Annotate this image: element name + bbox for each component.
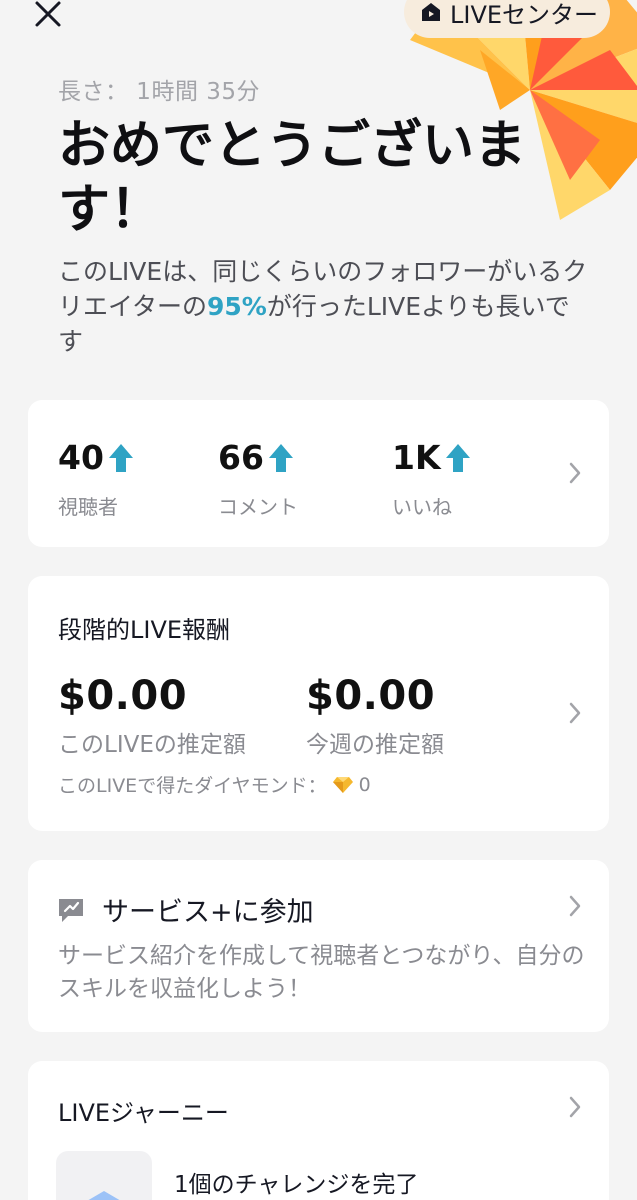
this-week-amount: $0.00 bbox=[306, 673, 436, 719]
live-summary-page: LIVEセンター 長さ： 1時間 35分 おめでとうございます！ このLIVEは… bbox=[0, 0, 637, 1200]
page-title: おめでとうございます！ bbox=[58, 116, 527, 240]
rewards-card[interactable]: 段階的LIVE報酬 $0.00 このLIVEの推定額 $0.00 今週の推定額 … bbox=[28, 576, 609, 831]
duration-text: 長さ： 1時間 35分 bbox=[58, 79, 261, 105]
live-center-label: LIVEセンター bbox=[450, 0, 599, 29]
journey-badge-thumbnail bbox=[56, 1151, 152, 1200]
subtitle-percent: 95% bbox=[207, 292, 267, 321]
service-plus-card[interactable]: サービス+に参加 サービス紹介を作成して視聴者とつながり、自分のスキルを収益化し… bbox=[28, 860, 609, 1032]
this-live-amount: $0.00 bbox=[58, 673, 188, 719]
likes-label: いいね bbox=[392, 495, 452, 519]
stat-viewers: 40 視聴者 bbox=[58, 438, 134, 520]
stat-likes: 1K いいね bbox=[392, 438, 471, 520]
viewers-label: 視聴者 bbox=[58, 495, 118, 519]
service-title: サービス+に参加 bbox=[102, 897, 314, 928]
up-arrow-icon bbox=[445, 443, 470, 472]
chevron-right-icon bbox=[567, 460, 583, 486]
live-center-button[interactable]: LIVEセンター bbox=[404, 0, 610, 38]
journey-item-label: 1個のチャレンジを完了 bbox=[174, 1172, 419, 1198]
shield-badge-icon bbox=[88, 1191, 120, 1200]
close-button[interactable] bbox=[28, 0, 68, 32]
chevron-right-icon bbox=[567, 893, 583, 919]
live-journey-card[interactable]: LIVEジャーニー 1個のチャレンジを完了 bbox=[28, 1061, 609, 1200]
this-week-estimate: $0.00 今週の推定額 bbox=[306, 673, 444, 759]
this-live-label: このLIVEの推定額 bbox=[58, 732, 246, 758]
comments-value: 66 bbox=[218, 438, 264, 477]
service-description: サービス紹介を作成して視聴者とつながり、自分のスキルを収益化しよう！ bbox=[58, 943, 585, 1002]
journey-title: LIVEジャーニー bbox=[58, 1099, 229, 1127]
close-icon bbox=[35, 1, 61, 27]
rewards-title: 段階的LIVE報酬 bbox=[58, 616, 231, 644]
diamonds-row: このLIVEで得たダイヤモンド： 0 bbox=[58, 771, 371, 798]
likes-value: 1K bbox=[392, 438, 441, 477]
home-icon bbox=[422, 3, 440, 21]
stat-comments: 66 コメント bbox=[218, 438, 298, 520]
chevron-right-icon bbox=[567, 1094, 583, 1120]
up-arrow-icon bbox=[108, 443, 133, 472]
stats-card[interactable]: 40 視聴者 66 コメント 1K いいね bbox=[28, 400, 609, 547]
up-arrow-icon bbox=[268, 443, 293, 472]
diamonds-label: このLIVEで得たダイヤモンド： bbox=[58, 775, 327, 797]
comments-label: コメント bbox=[218, 495, 298, 519]
diamonds-value: 0 bbox=[358, 773, 371, 796]
comparison-subtitle: このLIVEは、同じくらいのフォロワーがいるクリエイターの95%が行ったLIVE… bbox=[58, 254, 588, 359]
service-header: サービス+に参加 bbox=[56, 890, 314, 929]
this-live-estimate: $0.00 このLIVEの推定額 bbox=[58, 673, 246, 759]
diamond-icon bbox=[332, 776, 353, 793]
chevron-right-icon bbox=[567, 700, 583, 726]
viewers-value: 40 bbox=[58, 438, 104, 477]
this-week-label: 今週の推定額 bbox=[306, 732, 444, 758]
service-icon bbox=[59, 898, 83, 922]
